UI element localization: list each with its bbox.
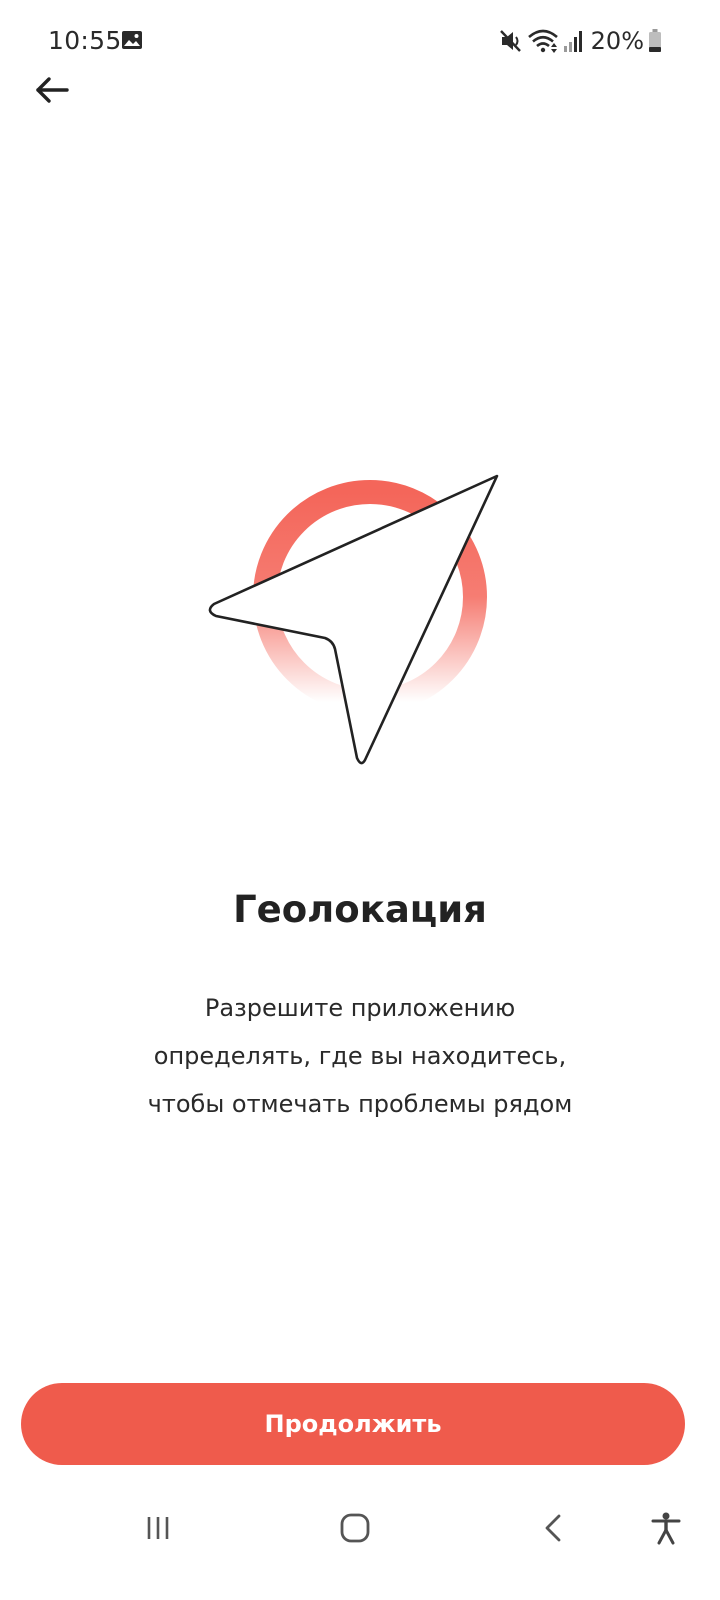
recent-apps-icon [147,1517,169,1539]
wifi-icon [527,29,558,53]
arrow-left-icon [36,77,69,103]
mute-icon [499,30,521,52]
continue-button[interactable]: Продолжить [21,1383,685,1465]
system-back-button[interactable] [523,1498,583,1558]
status-icons: 20% [499,24,662,58]
signal-icon [563,31,582,52]
accessibility-button[interactable] [636,1498,696,1558]
location-arrow-icon [208,474,499,765]
battery-icon [649,29,661,52]
status-bar: 10:55 20% [0,0,720,80]
navigation-bar [0,1490,720,1570]
back-icon [545,1514,561,1542]
battery-percent: 20% [590,27,644,55]
home-icon [340,1513,370,1543]
home-button[interactable] [325,1498,385,1558]
screen: 10:55 20% Геолокация Разрешите приложени… [0,0,720,1600]
back-button[interactable] [28,70,76,110]
recent-apps-button[interactable] [128,1498,188,1558]
accessibility-icon [651,1512,681,1545]
page-title: Геолокация [233,888,487,931]
permission-description: Разрешите приложению определять, где вы … [147,994,573,1118]
image-icon [122,31,142,49]
status-time: 10:55 [48,26,122,55]
